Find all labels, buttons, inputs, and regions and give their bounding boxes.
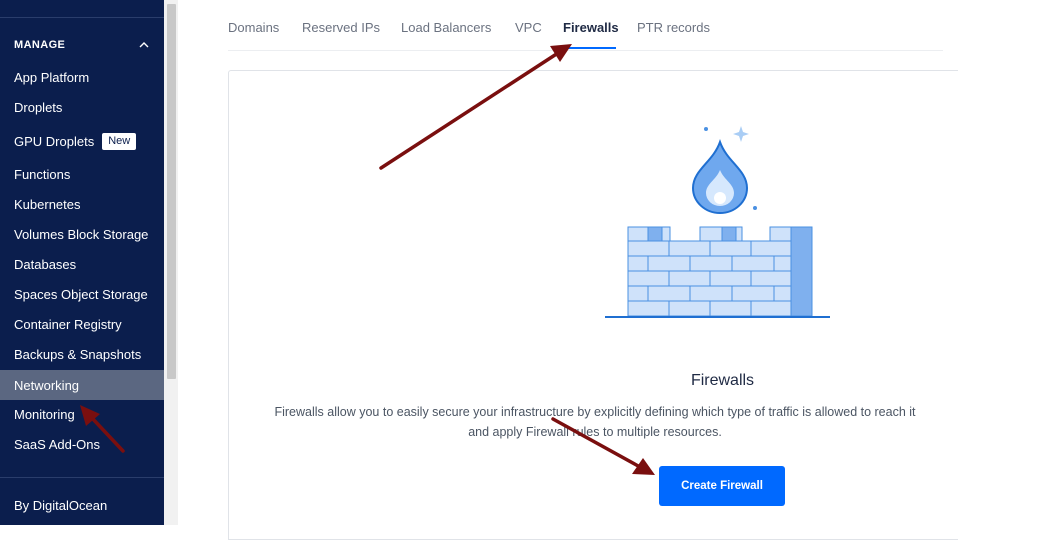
create-firewall-button[interactable]: Create Firewall	[659, 466, 785, 506]
sidebar: MANAGE App Platform Droplets GPU Droplet…	[0, 0, 164, 525]
sparkle-dot-icon	[704, 127, 708, 131]
sidebar-footer-link[interactable]: By DigitalOcean	[0, 490, 164, 520]
active-tab-indicator	[563, 47, 616, 49]
sidebar-item-volumes[interactable]: Volumes Block Storage	[0, 219, 164, 249]
sidebar-item-kubernetes[interactable]: Kubernetes	[0, 189, 164, 219]
tab-vpc[interactable]: VPC	[515, 20, 542, 35]
description-line-2: and apply Firewall rules to multiple res…	[468, 425, 722, 439]
sidebar-footer-label: By DigitalOcean	[14, 497, 108, 513]
sidebar-item-container-registry[interactable]: Container Registry	[0, 309, 164, 339]
sidebar-top-divider	[0, 17, 164, 18]
firewall-illustration	[605, 126, 830, 318]
sidebar-item-label: Spaces Object Storage	[14, 286, 148, 302]
sidebar-bottom-divider	[0, 477, 164, 478]
sidebar-item-spaces[interactable]: Spaces Object Storage	[0, 279, 164, 309]
tab-domains[interactable]: Domains	[228, 20, 279, 35]
sidebar-item-label: Volumes Block Storage	[14, 226, 149, 242]
sidebar-item-databases[interactable]: Databases	[0, 249, 164, 279]
empty-state-title: Firewalls	[690, 372, 755, 389]
sidebar-item-label: Monitoring	[14, 406, 75, 422]
sidebar-item-saas-addons[interactable]: SaaS Add-Ons	[0, 429, 164, 459]
manage-section-title: MANAGE	[14, 39, 66, 51]
sidebar-item-backups[interactable]: Backups & Snapshots	[0, 339, 164, 369]
sidebar-item-label: Container Registry	[14, 316, 122, 332]
sidebar-item-label: Droplets	[14, 99, 63, 115]
sidebar-item-app-platform[interactable]: App Platform	[0, 62, 164, 92]
sidebar-item-label: Databases	[14, 256, 77, 272]
sidebar-item-label: GPU Droplets	[14, 133, 95, 149]
manage-section-header[interactable]: MANAGE	[14, 38, 150, 52]
sparkle-dot-icon	[753, 206, 757, 210]
flame-core-icon	[714, 192, 726, 204]
sidebar-item-monitoring[interactable]: Monitoring	[0, 399, 164, 429]
networking-tabs: Domains Reserved IPs Load Balancers VPC …	[228, 0, 943, 51]
sidebar-item-label: SaaS Add-Ons	[14, 436, 100, 452]
chevron-up-icon[interactable]	[138, 39, 150, 51]
sidebar-item-label: Networking	[14, 377, 80, 393]
tab-reserved-ips[interactable]: Reserved IPs	[302, 20, 380, 35]
empty-state-card	[228, 70, 958, 540]
new-badge: New	[102, 132, 137, 150]
sidebar-item-label: Backups & Snapshots	[14, 346, 142, 362]
empty-state-description: Firewalls allow you to easily secure you…	[240, 402, 950, 442]
tab-load-balancers[interactable]: Load Balancers	[401, 20, 491, 35]
sidebar-scrollbar[interactable]	[164, 0, 178, 525]
sidebar-item-networking[interactable]: Networking	[0, 370, 164, 400]
tab-firewalls[interactable]: Firewalls	[563, 20, 619, 35]
sidebar-scroll-thumb[interactable]	[167, 4, 176, 379]
sidebar-item-label: App Platform	[14, 69, 90, 85]
sidebar-item-gpu-droplets[interactable]: GPU Droplets New	[0, 126, 164, 156]
sparkle-star-icon	[733, 126, 749, 142]
sidebar-item-label: Kubernetes	[14, 196, 81, 212]
description-line-1: Firewalls allow you to easily secure you…	[274, 405, 916, 419]
sidebar-item-droplets[interactable]: Droplets	[0, 92, 164, 122]
sidebar-item-functions[interactable]: Functions	[0, 159, 164, 189]
tab-ptr-records[interactable]: PTR records	[637, 20, 710, 35]
sidebar-item-label: Functions	[14, 166, 71, 182]
